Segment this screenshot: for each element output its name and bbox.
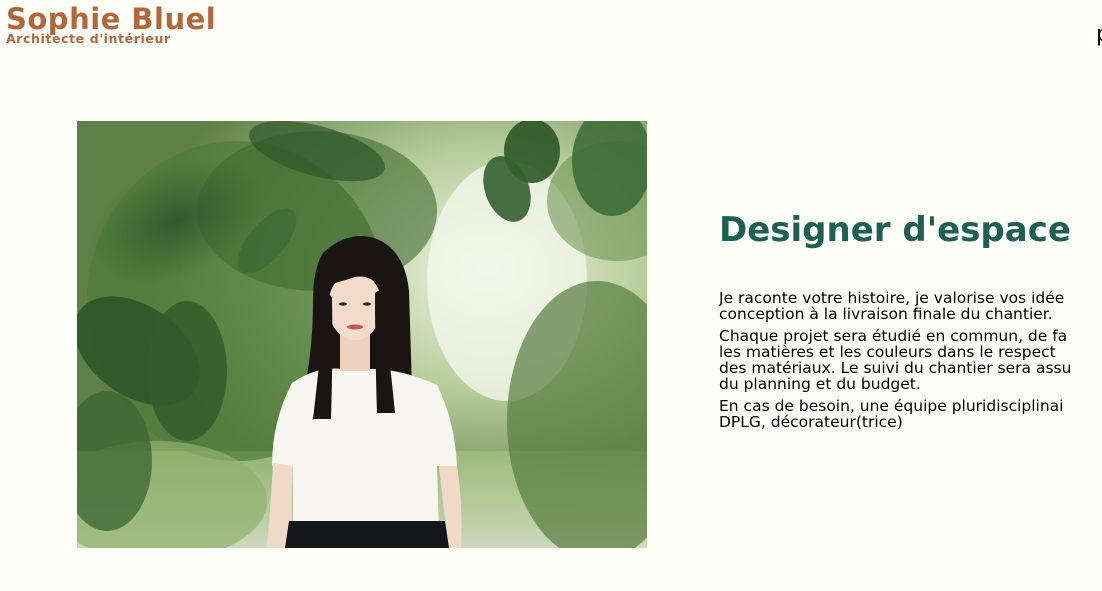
- paragraph-2: Chaque projet sera étudié en commun, de …: [719, 328, 1102, 392]
- paragraph-line: DPLG, décorateur(trice): [719, 413, 903, 431]
- section-title: Designer d'espace: [719, 210, 1071, 250]
- paragraph-3: En cas de besoin, une équipe pluridiscip…: [719, 398, 1102, 430]
- portrait-photo-illustration: [77, 121, 647, 548]
- paragraph-line: conception à la livraison finale du chan…: [719, 305, 1053, 323]
- paragraph-1: Je raconte votre histoire, je valorise v…: [719, 290, 1102, 322]
- nav-item-partial[interactable]: p: [1096, 22, 1102, 47]
- portrait-photo: [77, 121, 647, 548]
- logo-subtitle: Architecte d'intérieur: [6, 31, 171, 46]
- introduction-text: Je raconte votre histoire, je valorise v…: [719, 290, 1102, 436]
- paragraph-line: du planning et du budget.: [719, 375, 921, 393]
